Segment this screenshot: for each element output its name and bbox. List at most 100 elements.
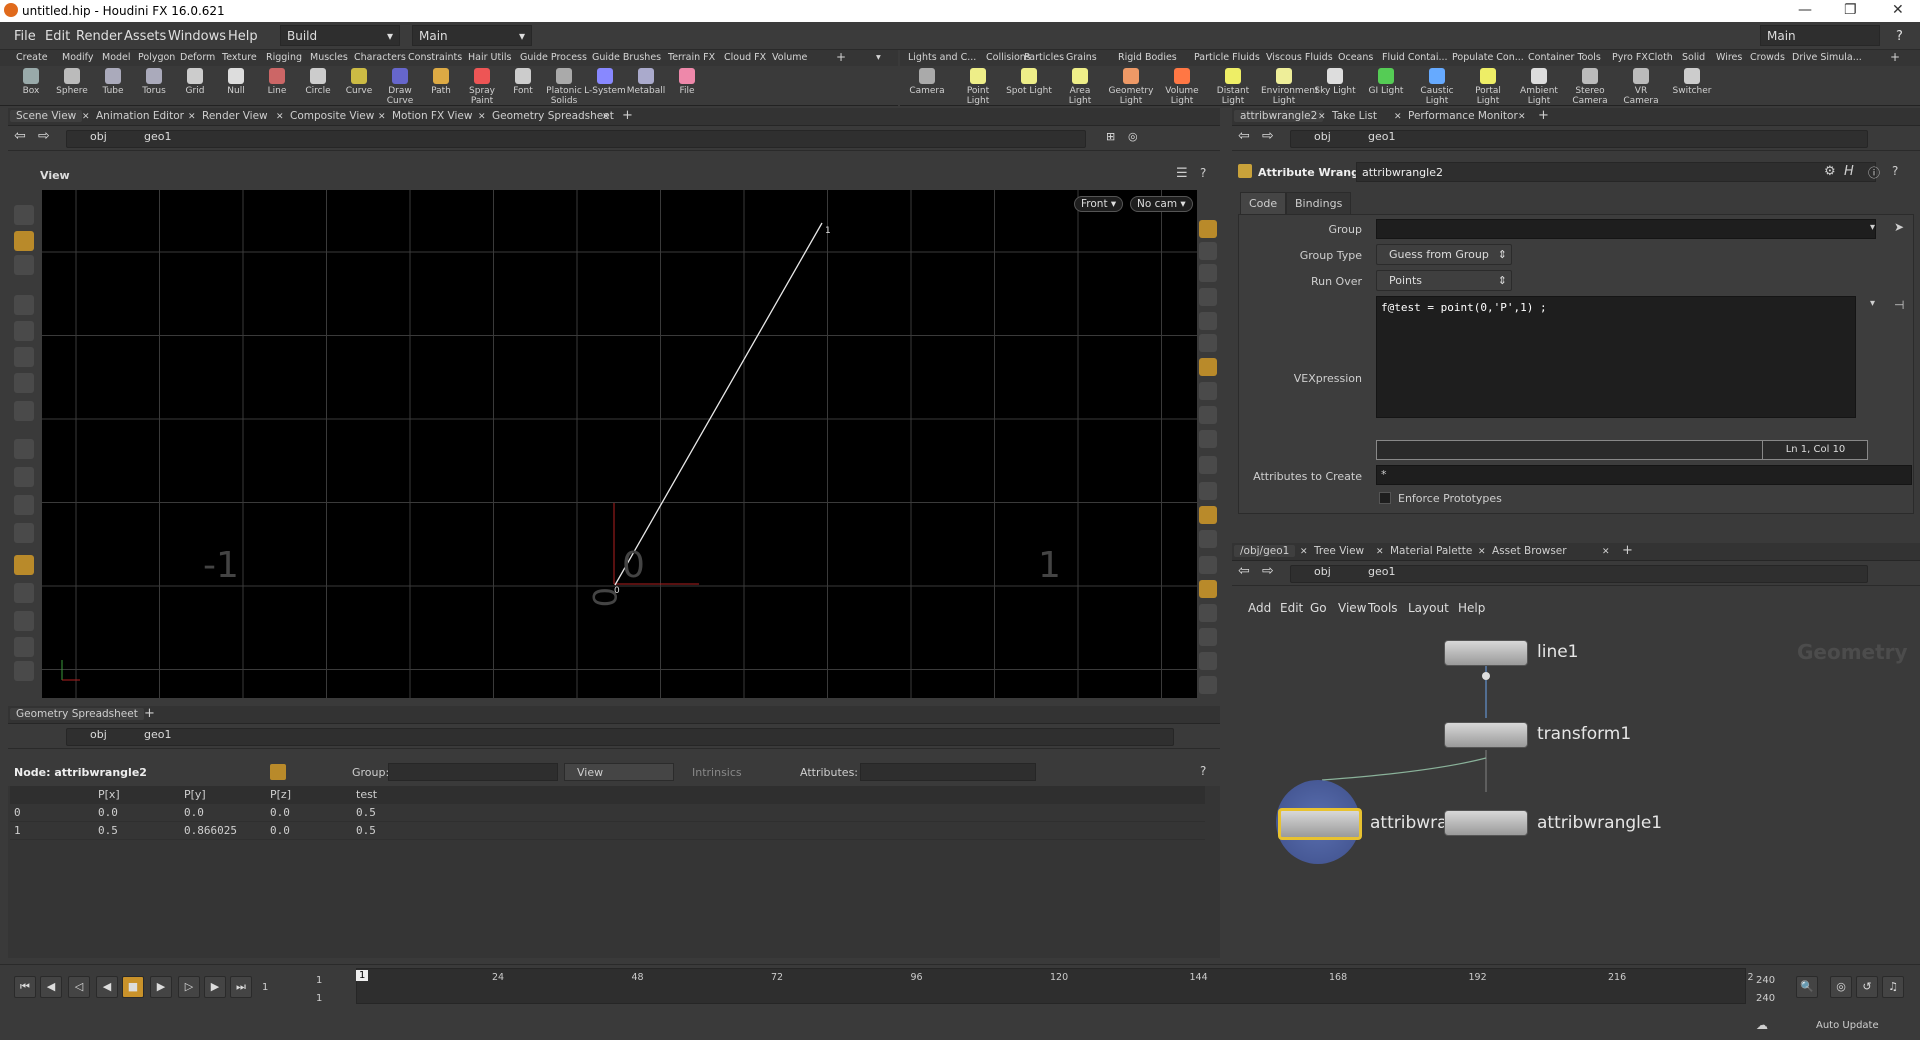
node-line1[interactable] (1444, 640, 1528, 666)
play-icon[interactable]: ▶ (150, 976, 172, 998)
shelf-tab-polygon[interactable]: Polygon (138, 52, 175, 63)
step-forward-key-icon[interactable]: ▶ (204, 976, 226, 998)
shelf-tab-characters[interactable]: Characters (354, 52, 406, 63)
path-geo1[interactable]: geo1 (1368, 565, 1395, 578)
shelf-tab-pyro-fx[interactable]: Pyro FX (1612, 52, 1648, 63)
shelf-tab-deform[interactable]: Deform (180, 52, 215, 63)
shelf-tool-geometry-light[interactable]: Geometry Light (1108, 68, 1154, 106)
close-icon[interactable]: ✕ (1892, 2, 1904, 18)
shelf-tab-guide-process[interactable]: Guide Process (520, 52, 587, 63)
vex-snippet-icon[interactable]: ⊣ (1894, 298, 1904, 312)
info-icon[interactable]: ⓘ (1868, 164, 1880, 181)
shelf-tab-container-tools[interactable]: Container Tools (1528, 52, 1601, 63)
shelf-tool-switcher[interactable]: Switcher (1669, 68, 1715, 96)
shelf-tool-stereo-camera[interactable]: Stereo Camera (1567, 68, 1613, 106)
forward-arrow-icon[interactable]: ⇨ (1262, 563, 1274, 579)
back-arrow-icon[interactable]: ⇦ (1238, 128, 1250, 144)
close-tab-icon[interactable]: ✕ (1300, 547, 1308, 557)
shelf-tab-texture[interactable]: Texture (222, 52, 257, 63)
display-tool-14-icon[interactable] (1199, 530, 1217, 548)
add-shelf-icon[interactable]: + (1890, 50, 1900, 64)
jump-start-icon[interactable]: ⏮ (14, 976, 36, 998)
tab--obj-geo1[interactable]: /obj/geo1 (1234, 545, 1296, 557)
path-obj[interactable]: obj (90, 728, 107, 741)
viewport-tool-13-icon[interactable] (14, 555, 34, 575)
path-obj[interactable]: obj (1314, 130, 1331, 143)
display-tool-15-icon[interactable] (1199, 556, 1217, 574)
shelf-tab-populate-con-[interactable]: Populate Con... (1452, 52, 1524, 63)
col-test[interactable]: test (356, 788, 377, 801)
table-row[interactable]: 0 0.0 0.0 0.0 0.5 (10, 804, 1205, 822)
tab-geometry-spreadsheet[interactable]: Geometry Spreadsheet (10, 708, 144, 720)
display-tool-6-icon[interactable] (1199, 334, 1217, 352)
tab-scene-view[interactable]: Scene View (10, 110, 83, 122)
viewport-tool-12-icon[interactable] (14, 523, 34, 543)
close-tab-icon[interactable]: ✕ (478, 112, 486, 122)
start-frame[interactable]: 1 (316, 975, 322, 986)
shelf-tab-oceans[interactable]: Oceans (1338, 52, 1373, 63)
network-menu-help[interactable]: Help (1458, 601, 1485, 615)
close-tab-icon[interactable]: ✕ (1318, 112, 1326, 122)
back-arrow-icon[interactable]: ⇦ (1238, 563, 1250, 579)
shelf-tab-muscles[interactable]: Muscles (310, 52, 348, 63)
viewport-tool-9-icon[interactable] (14, 439, 34, 459)
display-tool-10-icon[interactable] (1199, 430, 1217, 448)
node-attribwrangle2[interactable] (1278, 808, 1362, 840)
step-forward-icon[interactable]: ▷ (178, 976, 200, 998)
shelf-tool-gi-light[interactable]: GI Light (1363, 68, 1409, 96)
timeline-cursor[interactable]: 1 (356, 970, 369, 981)
shelf-tab-constraints[interactable]: Constraints (408, 52, 462, 63)
tab-performance-monitor[interactable]: Performance Monitor (1408, 110, 1518, 122)
shelf-tab-rigging[interactable]: Rigging (266, 52, 302, 63)
pin-icon[interactable]: ⊞ (1106, 130, 1115, 143)
forward-arrow-icon[interactable]: ⇨ (38, 128, 50, 144)
viewport-tool-6-icon[interactable] (14, 347, 34, 367)
close-tab-icon[interactable]: ✕ (1602, 547, 1610, 557)
network-editor[interactable]: Geometry line1 transform1 attribwra attr… (1232, 620, 1920, 958)
shelf-tab-particles[interactable]: Particles (1024, 52, 1064, 63)
shelf-tab-grains[interactable]: Grains (1066, 52, 1097, 63)
viewport-tool-11-icon[interactable] (14, 495, 34, 515)
shelf-tool-file[interactable]: File (664, 68, 710, 96)
network-menu-edit[interactable]: Edit (1280, 601, 1303, 615)
shelf-tool-area-light[interactable]: Area Light (1057, 68, 1103, 106)
step-back-icon[interactable]: ◁ (68, 976, 90, 998)
viewport-tool-15-icon[interactable] (14, 611, 34, 631)
shelf-tab-cloth[interactable]: Cloth (1648, 52, 1673, 63)
viewport-tool-5-icon[interactable] (14, 321, 34, 341)
shelf-tool-point-light[interactable]: Point Light (955, 68, 1001, 106)
menu-assets[interactable]: Assets (124, 29, 166, 44)
minimize-icon[interactable]: — (1798, 2, 1812, 18)
close-tab-icon[interactable]: ✕ (1394, 112, 1402, 122)
menu-render[interactable]: Render (76, 29, 122, 44)
hda-help-icon[interactable]: H (1844, 164, 1854, 179)
shelf-tool-metaball[interactable]: Metaball (623, 68, 669, 96)
desktop-select[interactable]: Build ▾ (280, 25, 400, 46)
vexpression-editor[interactable]: f@test = point(0,'P',1) ; (1376, 296, 1856, 418)
audio-icon[interactable]: ♫ (1882, 976, 1904, 998)
help-icon[interactable]: ? (1200, 166, 1206, 180)
display-tool-19-icon[interactable] (1199, 652, 1217, 670)
step-back-key-icon[interactable]: ◀ (40, 976, 62, 998)
shelf-tab-create[interactable]: Create (16, 52, 48, 63)
shelf-tool-caustic-light[interactable]: Caustic Light (1414, 68, 1460, 106)
shelf-tab-terrain-fx[interactable]: Terrain FX (668, 52, 715, 63)
tab-tree-view[interactable]: Tree View (1314, 545, 1364, 557)
close-tab-icon[interactable]: ✕ (188, 112, 196, 122)
path-geo1[interactable]: geo1 (144, 728, 171, 741)
display-tool-5-icon[interactable] (1199, 312, 1217, 330)
tab-material-palette[interactable]: Material Palette (1390, 545, 1472, 557)
tab-motion-fx-view[interactable]: Motion FX View (392, 110, 472, 122)
tab-composite-view[interactable]: Composite View (290, 110, 374, 122)
shelf-tool-box[interactable]: Box (8, 68, 54, 96)
shelf-tool-curve[interactable]: Curve (336, 68, 382, 96)
display-tool-16-icon[interactable] (1199, 580, 1217, 598)
shelf-tool-platonic-solids[interactable]: Platonic Solids (541, 68, 587, 106)
tab-animation-editor[interactable]: Animation Editor (96, 110, 184, 122)
col-pz[interactable]: P[z] (270, 788, 291, 801)
network-menu-tools[interactable]: Tools (1368, 601, 1398, 615)
shelf-tool-path[interactable]: Path (418, 68, 464, 96)
right-context-select[interactable]: Main (1760, 25, 1880, 46)
help-icon[interactable]: ? (1892, 164, 1898, 178)
viewport-tool-8-icon[interactable] (14, 401, 34, 421)
